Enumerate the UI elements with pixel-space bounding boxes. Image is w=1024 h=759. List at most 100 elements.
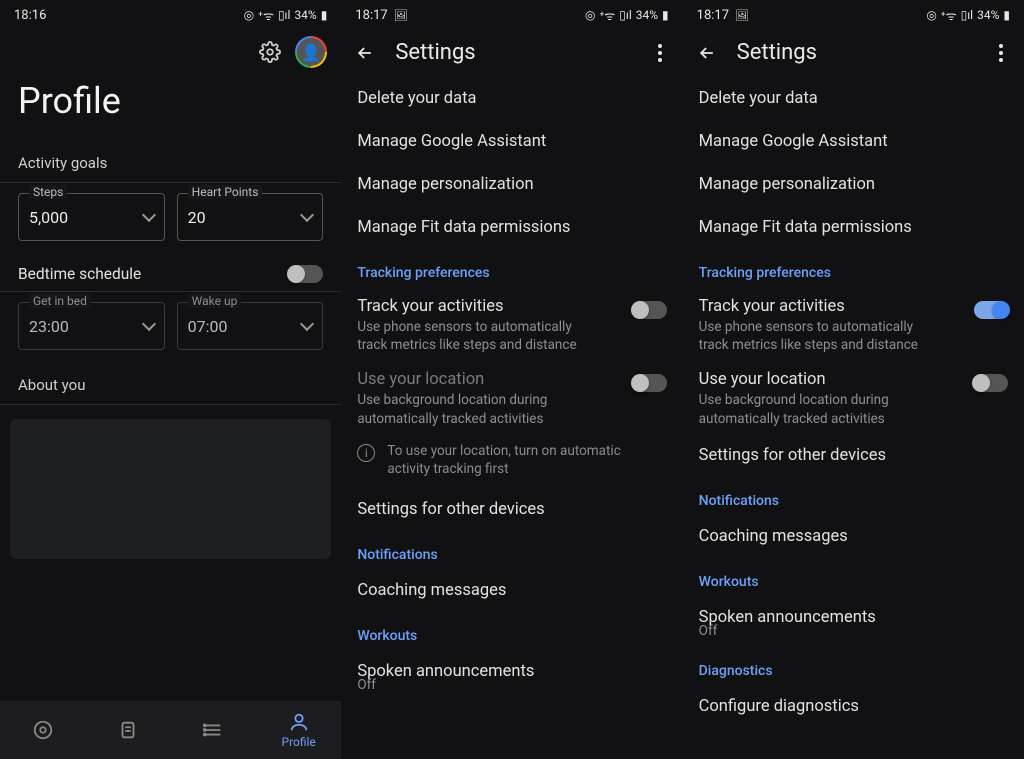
wake-up-value: 07:00 bbox=[188, 317, 303, 336]
status-time: 18:16 bbox=[14, 8, 46, 23]
steps-legend: Steps bbox=[29, 185, 67, 199]
status-bar: 18:17 🖼 ◎ ⁺ᯤ ▯ıl 34% ▮ bbox=[683, 0, 1024, 30]
item-other-devices[interactable]: Settings for other devices bbox=[683, 434, 1024, 477]
signal-icon: ▯ıl bbox=[278, 8, 291, 22]
track-activities-row[interactable]: Track your activities Use phone sensors … bbox=[341, 287, 682, 360]
chevron-down-icon bbox=[142, 208, 156, 222]
bedtime-toggle[interactable] bbox=[289, 265, 323, 283]
screenshot-icon: 🖼 bbox=[394, 9, 408, 22]
notifications-header: Notifications bbox=[341, 531, 682, 569]
tracking-header: Tracking preferences bbox=[683, 249, 1024, 287]
hotspot-icon: ◎ bbox=[926, 8, 936, 22]
heart-points-field[interactable]: Heart Points 20 bbox=[177, 193, 324, 241]
gear-icon[interactable] bbox=[259, 41, 281, 63]
location-toggle[interactable] bbox=[974, 374, 1008, 392]
battery-icon: ▮ bbox=[321, 8, 328, 22]
location-sub: Use background location during automatic… bbox=[357, 391, 602, 427]
heart-legend: Heart Points bbox=[188, 185, 263, 199]
nav-profile-label: Profile bbox=[282, 735, 316, 749]
battery-text: 34% bbox=[294, 8, 316, 22]
info-text: To use your location, turn on automatic … bbox=[387, 442, 666, 478]
item-delete-data[interactable]: Delete your data bbox=[341, 77, 682, 120]
hotspot-icon: ◎ bbox=[244, 8, 254, 22]
tracking-header: Tracking preferences bbox=[341, 249, 682, 287]
app-bar-title: Settings bbox=[737, 40, 972, 65]
workouts-header: Workouts bbox=[341, 612, 682, 650]
location-sub: Use background location during automatic… bbox=[699, 391, 944, 427]
bottom-nav: Profile bbox=[0, 701, 341, 759]
nav-home[interactable] bbox=[0, 701, 85, 759]
wifi-icon: ⁺ᯤ bbox=[941, 7, 957, 24]
location-title: Use your location bbox=[357, 370, 622, 389]
signal-icon: ▯ıl bbox=[961, 8, 974, 22]
item-google-assistant[interactable]: Manage Google Assistant bbox=[341, 120, 682, 163]
account-avatar[interactable]: 👤 bbox=[295, 36, 327, 68]
page-title: Profile bbox=[0, 70, 341, 146]
wifi-icon: ⁺ᯤ bbox=[599, 7, 615, 24]
notifications-header: Notifications bbox=[683, 477, 1024, 515]
item-coaching[interactable]: Coaching messages bbox=[683, 515, 1024, 558]
workouts-header: Workouts bbox=[683, 558, 1024, 596]
battery-icon: ▮ bbox=[662, 8, 669, 22]
location-toggle bbox=[633, 374, 667, 392]
item-fit-permissions[interactable]: Manage Fit data permissions bbox=[341, 206, 682, 249]
battery-text: 34% bbox=[636, 8, 658, 22]
location-row[interactable]: Use your location Use background locatio… bbox=[683, 360, 1024, 433]
divider bbox=[0, 404, 341, 405]
item-fit-permissions[interactable]: Manage Fit data permissions bbox=[683, 206, 1024, 249]
signal-icon: ▯ıl bbox=[619, 8, 632, 22]
back-icon[interactable] bbox=[355, 43, 375, 63]
battery-text: 34% bbox=[977, 8, 999, 22]
item-delete-data[interactable]: Delete your data bbox=[683, 77, 1024, 120]
item-personalization[interactable]: Manage personalization bbox=[683, 163, 1024, 206]
get-in-bed-legend: Get in bed bbox=[29, 294, 91, 308]
status-right: ◎ ⁺ᯤ ▯ıl 34% ▮ bbox=[244, 7, 328, 24]
heart-value: 20 bbox=[188, 208, 303, 227]
info-icon: i bbox=[357, 444, 375, 462]
steps-field[interactable]: Steps 5,000 bbox=[18, 193, 165, 241]
location-row: Use your location Use background locatio… bbox=[341, 360, 682, 433]
status-time: 18:17 bbox=[355, 8, 387, 23]
screen-profile: 18:16 ◎ ⁺ᯤ ▯ıl 34% ▮ 👤 Profile Activity … bbox=[0, 0, 341, 759]
item-personalization[interactable]: Manage personalization bbox=[341, 163, 682, 206]
status-bar: 18:17 🖼 ◎ ⁺ᯤ ▯ıl 34% ▮ bbox=[341, 0, 682, 30]
about-card[interactable] bbox=[10, 419, 331, 559]
status-right: ◎ ⁺ᯤ ▯ıl 34% ▮ bbox=[926, 7, 1010, 24]
item-coaching[interactable]: Coaching messages bbox=[341, 569, 682, 612]
item-other-devices[interactable]: Settings for other devices bbox=[341, 488, 682, 531]
get-in-bed-value: 23:00 bbox=[29, 317, 144, 336]
wifi-icon: ⁺ᯤ bbox=[258, 7, 274, 24]
info-row: i To use your location, turn on automati… bbox=[341, 434, 682, 488]
status-time: 18:17 bbox=[697, 8, 729, 23]
bedtime-label: Bedtime schedule bbox=[18, 265, 141, 283]
steps-value: 5,000 bbox=[29, 208, 144, 227]
nav-profile[interactable]: Profile bbox=[256, 701, 341, 759]
get-in-bed-field[interactable]: Get in bed 23:00 bbox=[18, 302, 165, 350]
item-configure-diagnostics[interactable]: Configure diagnostics bbox=[683, 685, 1024, 728]
more-icon[interactable] bbox=[651, 44, 669, 62]
wake-up-field[interactable]: Wake up 07:00 bbox=[177, 302, 324, 350]
track-sub: Use phone sensors to automatically track… bbox=[699, 318, 944, 354]
item-google-assistant[interactable]: Manage Google Assistant bbox=[683, 120, 1024, 163]
back-icon[interactable] bbox=[697, 43, 717, 63]
hotspot-icon: ◎ bbox=[585, 8, 595, 22]
track-toggle[interactable] bbox=[633, 301, 667, 319]
track-toggle[interactable] bbox=[974, 301, 1008, 319]
location-title: Use your location bbox=[699, 370, 964, 389]
nav-browse[interactable] bbox=[171, 701, 256, 759]
app-bar-title: Settings bbox=[395, 40, 630, 65]
status-bar: 18:16 ◎ ⁺ᯤ ▯ıl 34% ▮ bbox=[0, 0, 341, 30]
screen-settings-a: 18:17 🖼 ◎ ⁺ᯤ ▯ıl 34% ▮ Settings Delete y… bbox=[341, 0, 682, 759]
screen-settings-b: 18:17 🖼 ◎ ⁺ᯤ ▯ıl 34% ▮ Settings Delete y… bbox=[683, 0, 1024, 759]
track-sub: Use phone sensors to automatically track… bbox=[357, 318, 602, 354]
track-activities-row[interactable]: Track your activities Use phone sensors … bbox=[683, 287, 1024, 360]
diagnostics-header: Diagnostics bbox=[683, 647, 1024, 685]
status-right: ◎ ⁺ᯤ ▯ıl 34% ▮ bbox=[585, 7, 669, 24]
activity-goals-label: Activity goals bbox=[0, 146, 341, 182]
nav-journal[interactable] bbox=[85, 701, 170, 759]
battery-icon: ▮ bbox=[1003, 8, 1010, 22]
chevron-down-icon bbox=[300, 208, 314, 222]
chevron-down-icon bbox=[142, 317, 156, 331]
more-icon[interactable] bbox=[992, 44, 1010, 62]
about-you-label: About you bbox=[0, 354, 341, 404]
